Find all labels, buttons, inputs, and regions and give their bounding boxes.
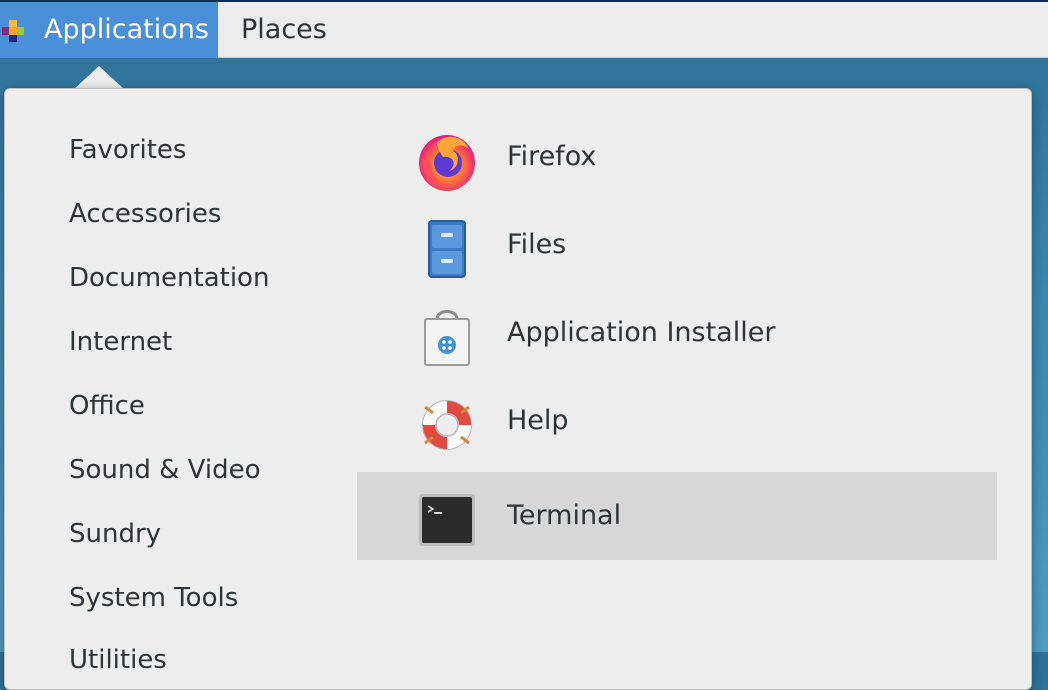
category-system-tools[interactable]: System Tools xyxy=(69,583,238,613)
top-panel: Applications Places xyxy=(0,0,1048,58)
distro-logo-icon xyxy=(2,20,24,42)
category-utilities[interactable]: Utilities xyxy=(69,645,167,675)
app-name-terminal: Terminal xyxy=(507,500,622,531)
app-item-firefox[interactable]: Firefox xyxy=(357,113,997,201)
app-item-files[interactable]: Files xyxy=(357,201,997,289)
category-favorites[interactable]: Favorites xyxy=(69,135,186,165)
category-office[interactable]: Office xyxy=(69,391,145,421)
app-name-help: Help xyxy=(507,405,569,436)
firefox-icon xyxy=(419,135,475,191)
app-name-application-installer: Application Installer xyxy=(507,317,776,348)
places-menu-button[interactable]: Places xyxy=(241,14,327,45)
applications-label: Applications xyxy=(44,14,209,45)
category-documentation[interactable]: Documentation xyxy=(69,263,269,293)
popup-arrow xyxy=(73,66,125,90)
category-sound-video[interactable]: Sound & Video xyxy=(69,455,261,485)
applications-menu-button[interactable]: Applications xyxy=(0,2,218,58)
app-item-application-installer[interactable]: Application Installer xyxy=(357,289,997,377)
app-name-firefox: Firefox xyxy=(507,141,597,172)
app-item-terminal[interactable]: Terminal xyxy=(357,472,997,560)
applications-popup: Favorites Accessories Documentation Inte… xyxy=(4,88,1032,690)
application-installer-icon xyxy=(424,310,470,366)
help-icon xyxy=(422,400,472,450)
files-icon xyxy=(428,220,466,278)
terminal-icon xyxy=(419,494,475,546)
app-name-files: Files xyxy=(507,229,567,260)
category-accessories[interactable]: Accessories xyxy=(69,199,221,229)
category-internet[interactable]: Internet xyxy=(69,327,172,357)
app-item-help[interactable]: Help xyxy=(357,377,997,465)
category-sundry[interactable]: Sundry xyxy=(69,519,161,549)
